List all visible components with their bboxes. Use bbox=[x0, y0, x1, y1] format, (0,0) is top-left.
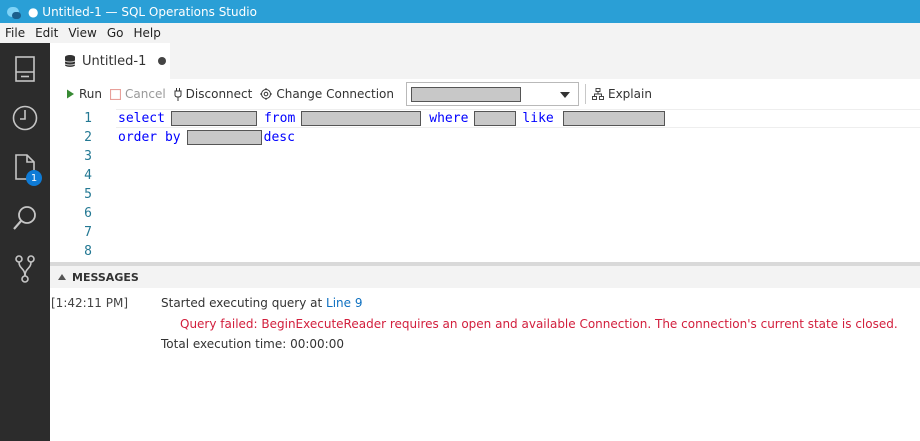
keyword-order-by: order by bbox=[118, 130, 181, 145]
editor-line-7: 7 bbox=[50, 223, 920, 242]
keyword-like: like bbox=[522, 111, 554, 126]
menu-help[interactable]: Help bbox=[128, 26, 165, 40]
activity-bar: 1 bbox=[0, 43, 50, 441]
cancel-button[interactable]: Cancel bbox=[110, 87, 166, 101]
redacted-table bbox=[301, 111, 422, 126]
activity-search[interactable] bbox=[0, 195, 50, 241]
chevron-down-icon bbox=[560, 92, 570, 98]
disconnect-button[interactable]: Disconnect bbox=[174, 87, 252, 101]
editor-line-8: 8 bbox=[50, 242, 920, 261]
keyword-select: select bbox=[118, 111, 165, 126]
servers-icon bbox=[15, 56, 35, 82]
query-editor[interactable]: 1 select from where like 2 order by desc… bbox=[50, 109, 920, 262]
line-number: 7 bbox=[84, 225, 92, 240]
line-link[interactable]: Line 9 bbox=[326, 296, 362, 310]
play-icon bbox=[66, 89, 75, 99]
redacted-database-name bbox=[411, 87, 521, 102]
line-number: 6 bbox=[84, 206, 92, 221]
redacted-pattern bbox=[562, 111, 665, 126]
editor-line-4: 4 bbox=[50, 166, 920, 185]
error-message: Query failed: BeginExecuteReader require… bbox=[180, 317, 898, 331]
tab-label: Untitled-1 bbox=[82, 53, 147, 69]
query-toolbar: Run Cancel Disconnect Change Connection … bbox=[50, 79, 920, 109]
messages-panel-header[interactable]: MESSAGES bbox=[50, 266, 920, 288]
database-icon bbox=[64, 55, 76, 67]
menu-bar: File Edit View Go Help bbox=[0, 23, 920, 43]
plug-icon bbox=[174, 87, 182, 101]
line-number: 1 bbox=[84, 111, 92, 126]
run-button[interactable]: Run bbox=[66, 87, 102, 101]
explain-tree-icon bbox=[592, 88, 604, 100]
stop-icon bbox=[110, 88, 122, 100]
toolbar-divider bbox=[585, 84, 586, 104]
keyword-desc: desc bbox=[263, 130, 295, 145]
editor-line-5: 5 bbox=[50, 185, 920, 204]
title-bar: ● Untitled-1 — SQL Operations Studio bbox=[0, 0, 920, 23]
redacted-sort-column bbox=[186, 130, 262, 145]
clock-icon bbox=[12, 105, 38, 131]
redacted-columns bbox=[170, 111, 257, 126]
menu-view[interactable]: View bbox=[63, 26, 101, 40]
app-logo-icon bbox=[6, 4, 22, 20]
editor-line-6: 6 bbox=[50, 204, 920, 223]
activity-source-control[interactable] bbox=[0, 246, 50, 292]
line-number: 4 bbox=[84, 168, 92, 183]
code-line: select from where like bbox=[118, 109, 665, 128]
redacted-column bbox=[474, 111, 517, 126]
started-text: Started executing query at bbox=[161, 296, 327, 310]
messages-panel: [1:42:11 PM] Started executing query at … bbox=[50, 288, 920, 441]
editor-line-3: 3 bbox=[50, 147, 920, 166]
code-line: order by desc bbox=[118, 128, 295, 147]
line-number: 8 bbox=[84, 244, 92, 259]
message-started: Started executing query at Line 9 bbox=[161, 296, 363, 310]
line-number: 2 bbox=[84, 130, 92, 145]
source-control-icon bbox=[15, 255, 35, 283]
activity-servers[interactable] bbox=[0, 46, 50, 92]
menu-go[interactable]: Go bbox=[102, 26, 129, 40]
editor-tab-bar: Untitled-1 bbox=[50, 43, 920, 79]
keyword-from: from bbox=[263, 111, 296, 126]
activity-history[interactable] bbox=[0, 95, 50, 141]
change-connection-icon bbox=[260, 88, 273, 100]
keyword-where: where bbox=[429, 111, 469, 126]
search-icon bbox=[13, 206, 36, 230]
activity-explorer[interactable]: 1 bbox=[0, 144, 50, 190]
execution-time-message: Total execution time: 00:00:00 bbox=[161, 337, 344, 351]
line-number: 3 bbox=[84, 149, 92, 164]
menu-file[interactable]: File bbox=[0, 26, 30, 40]
app-window: ● Untitled-1 — SQL Operations Studio Fil… bbox=[0, 0, 920, 441]
panel-title: MESSAGES bbox=[72, 270, 139, 284]
explain-button[interactable]: Explain bbox=[592, 87, 652, 101]
editor-line-2: 2 order by desc bbox=[50, 128, 920, 147]
message-timestamp: [1:42:11 PM] bbox=[51, 296, 129, 310]
window-title: ● Untitled-1 — SQL Operations Studio bbox=[28, 4, 257, 19]
explorer-badge: 1 bbox=[26, 170, 42, 186]
editor-line-1: 1 select from where like bbox=[50, 109, 920, 128]
menu-edit[interactable]: Edit bbox=[30, 26, 63, 40]
database-dropdown[interactable] bbox=[406, 82, 579, 106]
change-connection-button[interactable]: Change Connection bbox=[260, 87, 394, 101]
tab-untitled-1[interactable]: Untitled-1 bbox=[50, 43, 170, 79]
line-number: 5 bbox=[84, 187, 92, 202]
unsaved-dot-icon[interactable] bbox=[158, 57, 167, 65]
collapse-triangle-icon[interactable] bbox=[58, 274, 66, 280]
